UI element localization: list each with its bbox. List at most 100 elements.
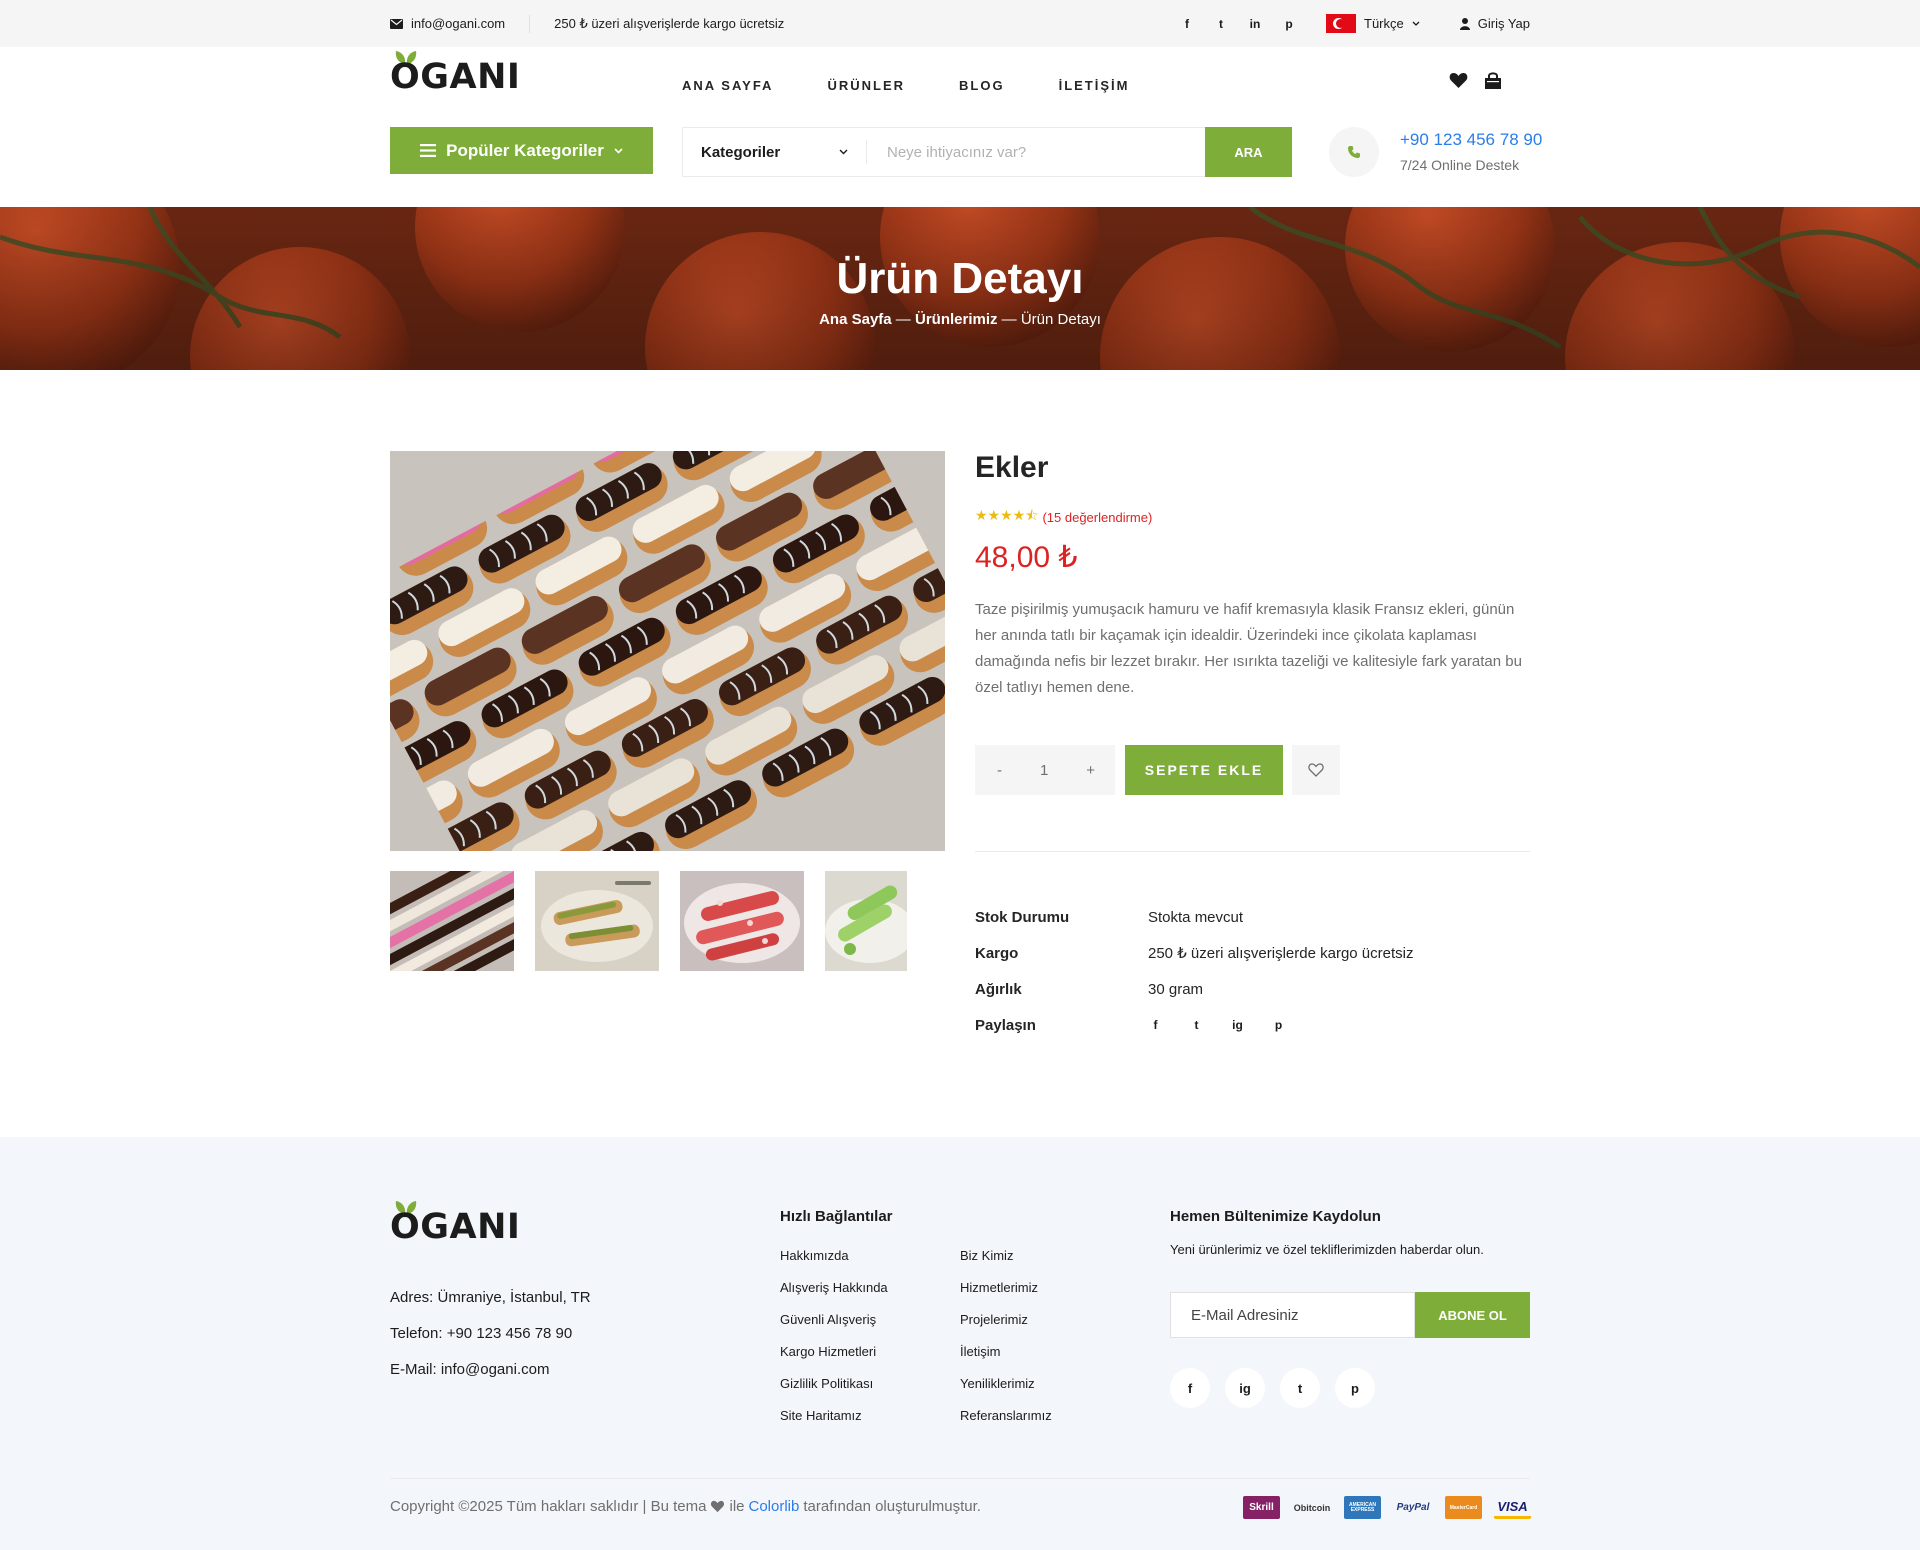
thumbnail-2[interactable]	[535, 871, 659, 971]
chevron-down-icon	[1412, 21, 1420, 26]
search-button[interactable]: ARA	[1205, 127, 1292, 177]
add-to-cart-button[interactable]: SEPETE EKLE	[1125, 745, 1283, 795]
topbar-shipping-note: 250 ₺ üzeri alışverişlerde kargo ücretsi…	[554, 15, 785, 31]
bitcoin-icon: Obitcoin	[1293, 1502, 1331, 1513]
newsletter-subtitle: Yeni ürünlerimiz ve özel tekliflerimizde…	[1170, 1242, 1484, 1257]
language-selector[interactable]: Türkçe	[1326, 14, 1420, 33]
divider	[529, 14, 531, 33]
nav-blog[interactable]: BLOG	[959, 78, 1005, 93]
add-to-wishlist-button[interactable]	[1292, 745, 1340, 795]
linkedin-icon[interactable]: in	[1248, 17, 1262, 31]
newsletter-title: Hemen Bültenimize Kaydolun	[1170, 1208, 1381, 1225]
facebook-icon[interactable]: f	[1180, 17, 1194, 31]
product-price: 48,00 ₺	[975, 541, 1078, 574]
breadcrumb-separator: —	[997, 311, 1021, 328]
footer-links-col-2: Biz Kimiz Hizmetlerimiz Projelerimiz İle…	[960, 1240, 1052, 1432]
footer-email: E-Mail: info@ogani.com	[390, 1361, 550, 1378]
eclairs-photo	[390, 451, 945, 851]
topbar-email-text: info@ogani.com	[411, 16, 506, 31]
quantity-value[interactable]: 1	[1040, 762, 1048, 779]
phone-badge	[1329, 127, 1379, 177]
topbar-email[interactable]: info@ogani.com	[390, 16, 505, 31]
footer-social: f ig t p	[1170, 1368, 1375, 1408]
twitter-icon[interactable]: t	[1189, 1018, 1204, 1032]
info-key: Kargo	[975, 944, 1019, 962]
footer-link[interactable]: Alışveriş Hakkında	[780, 1272, 888, 1304]
breadcrumb-separator: —	[891, 311, 915, 328]
facebook-icon[interactable]: f	[1170, 1368, 1210, 1408]
footer-address: Adres: Ümraniye, İstanbul, TR	[390, 1289, 591, 1306]
heart-icon[interactable]	[1449, 72, 1468, 89]
share-icons: f t ig p	[1148, 1018, 1286, 1032]
turkey-flag-icon	[1326, 14, 1356, 33]
logo-text: OGANI	[390, 57, 521, 97]
subscribe-button[interactable]: ABONE OL	[1415, 1292, 1530, 1338]
copyright-post: tarafından oluşturulmuştur.	[803, 1498, 981, 1515]
pinterest-icon[interactable]: p	[1335, 1368, 1375, 1408]
footer-link[interactable]: Referanslarımız	[960, 1400, 1052, 1432]
skrill-icon: Skrill	[1243, 1496, 1280, 1519]
footer-link[interactable]: Yeniliklerimiz	[960, 1368, 1052, 1400]
topbar-social: f t in p	[1180, 17, 1296, 31]
footer-contact: Adres: Ümraniye, İstanbul, TR Telefon: +…	[390, 1280, 591, 1388]
popular-categories-button[interactable]: Popüler Kategoriler	[390, 127, 653, 174]
quantity-decrease-button[interactable]: -	[997, 762, 1002, 779]
quantity-stepper: - 1 +	[975, 745, 1115, 795]
user-icon	[1459, 17, 1470, 30]
footer-link[interactable]: Kargo Hizmetleri	[780, 1336, 888, 1368]
footer-link[interactable]: Hakkımızda	[780, 1240, 888, 1272]
divider	[975, 851, 1530, 852]
twitter-icon[interactable]: t	[1280, 1368, 1320, 1408]
footer-link[interactable]: İletişim	[960, 1336, 1052, 1368]
info-row-stock: Stok Durumu Stokta mevcut	[975, 899, 1414, 935]
login-link[interactable]: Giriş Yap	[1459, 16, 1530, 31]
popular-categories-label: Popüler Kategoriler	[446, 140, 604, 160]
pistachio-eclairs-photo	[535, 871, 659, 971]
product-info-table: Stok Durumu Stokta mevcut Kargo 250 ₺ üz…	[975, 899, 1414, 1043]
thumbnail-1[interactable]	[390, 871, 514, 971]
newsletter-email-input[interactable]	[1170, 1292, 1415, 1338]
breadcrumb-home[interactable]: Ana Sayfa	[819, 311, 892, 328]
nav-home[interactable]: ANA SAYFA	[682, 78, 773, 93]
product-title: Ekler	[975, 451, 1049, 484]
info-value: 30 gram	[1148, 980, 1204, 998]
footer-link[interactable]: Hizmetlerimiz	[960, 1272, 1052, 1304]
nav-products[interactable]: ÜRÜNLER	[827, 78, 905, 93]
shopping-bag-icon[interactable]	[1484, 72, 1502, 90]
info-row-shipping: Kargo 250 ₺ üzeri alışverişlerde kargo ü…	[975, 935, 1414, 971]
logo[interactable]: OGANI	[390, 51, 521, 97]
breadcrumb-products[interactable]: Ürünlerimiz	[915, 311, 998, 328]
logo-text: OGANI	[390, 1207, 521, 1247]
footer-links-title: Hızlı Bağlantılar	[780, 1208, 893, 1225]
thumbnail-4[interactable]	[825, 871, 907, 971]
search-input[interactable]	[867, 128, 1205, 176]
login-label: Giriş Yap	[1477, 16, 1530, 31]
nav-contact[interactable]: İLETİŞİM	[1059, 78, 1130, 93]
instagram-icon[interactable]: ig	[1225, 1368, 1265, 1408]
eclairs-photo	[390, 871, 514, 971]
review-count[interactable]: (15 değerlendirme)	[1042, 510, 1152, 525]
copyright-mid: ile	[729, 1498, 745, 1515]
info-value: 250 ₺ üzeri alışverişlerde kargo ücretsi…	[1148, 945, 1414, 962]
search-category-select[interactable]: Kategoriler	[683, 128, 866, 176]
colorlib-link[interactable]: Colorlib	[749, 1498, 800, 1515]
footer-link[interactable]: Güvenli Alışveriş	[780, 1304, 888, 1336]
pinterest-icon[interactable]: p	[1271, 1018, 1286, 1032]
footer-link[interactable]: Biz Kimiz	[960, 1240, 1052, 1272]
quantity-increase-button[interactable]: +	[1086, 762, 1095, 779]
thumbnail-3[interactable]	[680, 871, 804, 971]
footer-link[interactable]: Projelerimiz	[960, 1304, 1052, 1336]
footer-phone: Telefon: +90 123 456 78 90	[390, 1325, 573, 1342]
breadcrumb-current: Ürün Detayı	[1020, 311, 1101, 328]
twitter-icon[interactable]: t	[1214, 17, 1228, 31]
footer-link[interactable]: Site Haritamız	[780, 1400, 888, 1432]
facebook-icon[interactable]: f	[1148, 1018, 1163, 1032]
support-phone[interactable]: +90 123 456 78 90	[1400, 130, 1542, 150]
pinterest-icon[interactable]: p	[1282, 17, 1296, 31]
instagram-icon[interactable]: ig	[1230, 1018, 1245, 1032]
product-main-image[interactable]	[390, 451, 945, 851]
footer-link[interactable]: Gizlilik Politikası	[780, 1368, 888, 1400]
footer-logo[interactable]: OGANI	[390, 1201, 521, 1247]
info-row-share: Paylaşın f t ig p	[975, 1007, 1414, 1043]
info-key: Stok Durumu	[975, 908, 1070, 926]
